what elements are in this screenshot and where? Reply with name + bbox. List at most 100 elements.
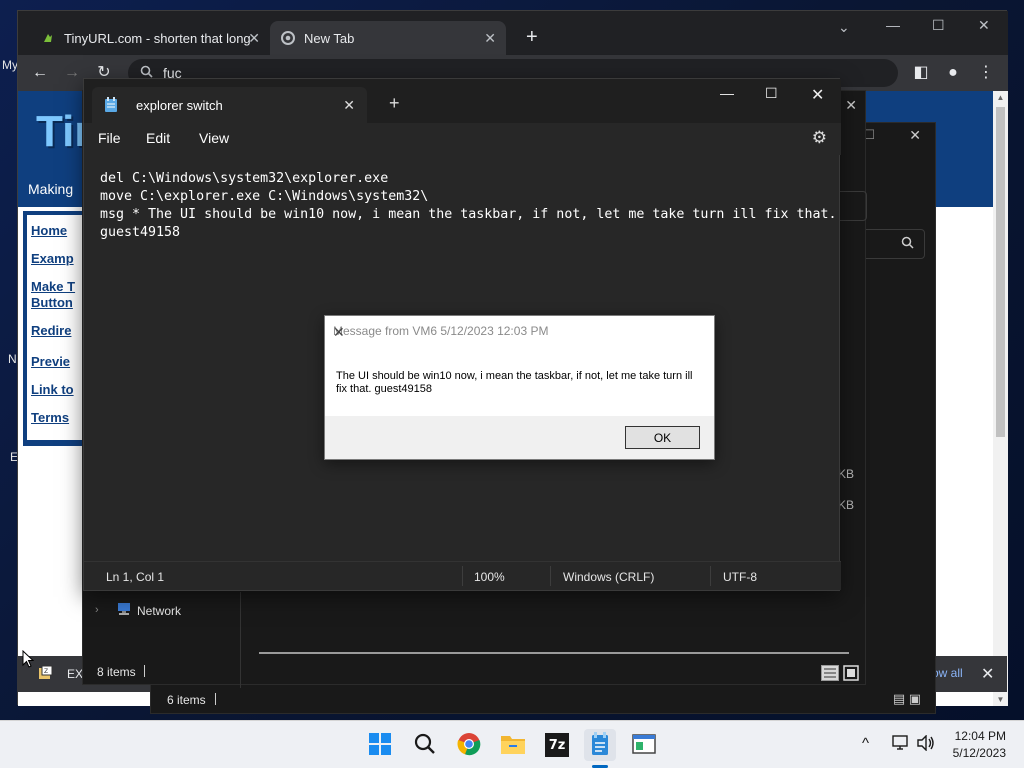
editor-line: move C:\explorer.exe C:\Windows\system32… [100,189,429,204]
file-size: KB [838,498,855,512]
file-size: KB [838,467,855,481]
tray-chevron-up-icon[interactable]: ^ [862,735,869,752]
chrome-tab-label: New Tab [304,30,355,46]
notepad-statusbar: Ln 1, Col 1 100% Windows (CRLF) UTF-8 [84,561,841,590]
notepad-icon [104,97,118,113]
scroll-up-icon[interactable]: ▲ [993,93,1008,102]
forward-icon[interactable]: → [62,63,82,83]
editor-line: del C:\Windows\system32\explorer.exe [100,171,389,186]
nav-item-network[interactable]: Network [137,604,181,618]
taskbar-app[interactable] [628,729,660,761]
side-panel-icon[interactable]: ◧ [911,63,931,83]
status-item-count: 8 items [97,665,136,679]
taskbar-search-button[interactable] [409,729,441,761]
close-downloads-bar-icon[interactable]: ✕ [981,664,994,684]
scroll-down-icon[interactable]: ▼ [993,695,1008,704]
close-window-icon[interactable]: ✕ [845,97,857,114]
chrome-icon [457,732,481,759]
maximize-icon[interactable]: ☐ [765,85,778,102]
volume-icon[interactable] [917,734,935,755]
notepad-tab[interactable]: explorer switch ✕ [92,87,367,123]
clock-date: 5/12/2023 [952,746,1006,760]
network-icon [116,602,132,619]
taskbar-7zip[interactable]: 7z [541,729,573,761]
tiles-view-icon[interactable] [843,665,859,684]
ok-button[interactable]: OK [625,426,700,449]
nav-link-button[interactable]: Button [31,295,81,311]
horizontal-scrollbar[interactable] [259,652,849,654]
chrome-tab-strip: TinyURL.com - shorten that long ✕ New Ta… [18,11,1008,55]
notepad-editor[interactable]: del C:\Windows\system32\explorer.exe move… [100,170,837,242]
chrome-favicon-icon [280,30,296,46]
desktop-icon-label: N [8,352,17,366]
tinyurl-favicon-icon [40,30,56,46]
clock-time: 12:04 PM [954,729,1006,743]
taskbar-file-explorer[interactable] [497,729,529,761]
tinyurl-nav: Home Examp Make T Button Redire Previe L… [23,211,83,446]
taskbar-chrome[interactable] [453,729,485,761]
gear-icon[interactable]: ⚙ [812,128,827,148]
nav-link-preview[interactable]: Previe [31,354,81,370]
dialog-message: The UI should be win10 now, i mean the t… [336,370,693,395]
editor-line: msg * The UI should be win10 now, i mean… [100,207,837,222]
notepad-menubar: File Edit View ⚙ [84,123,841,155]
terminal-icon [632,733,656,758]
chevron-down-icon[interactable]: ⌄ [838,19,850,36]
download-item-label[interactable]: EX [67,667,83,681]
nav-link-terms[interactable]: Terms [31,410,81,426]
scrollbar-thumb[interactable] [996,107,1005,437]
show-all-downloads-link[interactable]: ow all [932,666,963,680]
system-clock[interactable]: 12:04 PM 5/12/2023 [953,728,1006,762]
page-scrollbar[interactable]: ▲ ▼ [993,91,1008,706]
close-icon[interactable]: ✕ [333,324,706,341]
encoding[interactable]: UTF-8 [723,570,757,584]
dialog-titlebar: Message from VM6 5/12/2023 12:03 PM ✕ [325,316,714,346]
close-window-icon[interactable]: ✕ [811,85,824,105]
menu-icon[interactable]: ⋮ [976,63,996,83]
profile-icon[interactable]: ● [943,63,963,83]
line-ending[interactable]: Windows (CRLF) [563,570,654,584]
nav-link-make-toolbar[interactable]: Make T [31,279,81,295]
nav-link-redirect[interactable]: Redire [31,323,81,339]
close-tab-icon[interactable]: ✕ [248,30,260,47]
maximize-icon[interactable]: ☐ [932,17,945,34]
back-icon[interactable]: ← [30,63,50,83]
mouse-cursor-icon [22,649,35,671]
close-window-icon[interactable]: ✕ [909,127,921,144]
zoom-level[interactable]: 100% [474,570,505,584]
chevron-right-icon[interactable]: › [95,604,99,616]
notepad-icon [590,731,610,759]
search-icon [901,236,914,252]
menu-file[interactable]: File [98,130,121,146]
nav-link-link-to-us[interactable]: Link to [31,382,81,398]
add-tab-button[interactable]: + [389,93,400,114]
new-tab-button[interactable]: + [516,25,548,49]
minimize-icon[interactable]: — [886,17,900,33]
nav-link-home[interactable]: Home [31,223,81,239]
close-tab-icon[interactable]: ✕ [343,97,355,114]
file-explorer-icon [500,733,526,758]
desktop-icon-label: My [2,58,18,72]
taskbar: 7z ^ 12:04 PM 5/12/2023 [0,720,1024,768]
close-tab-icon[interactable]: ✕ [484,30,496,47]
download-file-icon: Z [37,665,53,684]
menu-view[interactable]: View [199,130,229,146]
chrome-tab-label: TinyURL.com - shorten that long [64,30,251,46]
start-button[interactable] [364,729,396,761]
editor-line: guest49158 [100,225,181,240]
view-toggle-icon[interactable]: ▤ ▣ [893,691,921,707]
nav-link-examples[interactable]: Examp [31,251,81,267]
taskbar-notepad[interactable] [584,729,616,761]
tinyurl-tagline: Making [28,181,74,197]
svg-text:Z: Z [44,668,48,675]
minimize-icon[interactable]: — [720,85,734,101]
close-window-icon[interactable]: ✕ [978,17,990,34]
cursor-position: Ln 1, Col 1 [106,570,165,584]
network-status-icon[interactable] [892,735,910,755]
chrome-tab-new-tab[interactable]: New Tab ✕ [270,21,506,55]
menu-edit[interactable]: Edit [146,130,170,146]
details-view-icon[interactable] [821,665,839,684]
search-icon [414,733,436,758]
status-item-count: 6 items [167,693,206,707]
chrome-tab-tinyurl[interactable]: TinyURL.com - shorten that long ✕ [30,21,270,55]
